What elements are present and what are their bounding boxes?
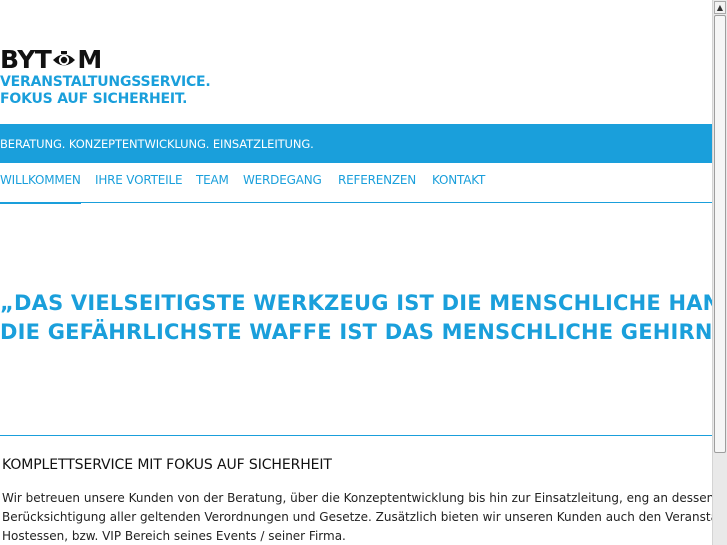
section-divider — [0, 435, 712, 436]
quote-line-1: „DAS VIELSEITIGSTE WERKZEUG IST DIE MENS… — [0, 291, 712, 315]
logo-tagline-2: FOKUS AUF SICHERHEIT. — [0, 91, 188, 107]
body-line-3: Hostessen, bzw. VIP Bereich seines Event… — [2, 529, 346, 543]
services-banner-text: BERATUNG. KONZEPTENTWICKLUNG. EINSATZLEI… — [0, 137, 314, 151]
logo-word-end: M — [77, 45, 102, 74]
page-viewport: BYT M VERANSTALTUNGSSERVICE. FOKUS AUF SI… — [0, 0, 712, 545]
nav-item-willkommen[interactable]: WILLKOMMEN — [0, 173, 81, 204]
services-banner: BERATUNG. KONZEPTENTWICKLUNG. EINSATZLEI… — [0, 124, 712, 163]
nav-item-referenzen[interactable]: REFERENZEN — [338, 173, 416, 187]
logo-wordmark: BYT M — [0, 46, 211, 74]
logo[interactable]: BYT M VERANSTALTUNGSSERVICE. FOKUS AUF SI… — [0, 46, 211, 108]
body-line-1: Wir betreuen unsere Kunden von der Berat… — [2, 491, 712, 505]
section-body: Wir betreuen unsere Kunden von der Berat… — [2, 489, 712, 545]
nav-item-werdegang[interactable]: WERDEGANG — [243, 173, 322, 187]
logo-word-start: BYT — [0, 45, 52, 74]
nav-item-team[interactable]: TEAM — [196, 173, 229, 187]
eye-icon — [52, 51, 76, 69]
logo-tagline-1: VERANSTALTUNGSSERVICE. — [0, 74, 211, 90]
main-navigation: WILLKOMMEN IHRE VORTEILE TEAM WERDEGANG … — [0, 163, 712, 204]
vertical-scrollbar[interactable]: ▲ — [712, 0, 727, 545]
scroll-up-arrow-icon[interactable]: ▲ — [714, 1, 726, 14]
hero-quote: „DAS VIELSEITIGSTE WERKZEUG IST DIE MENS… — [0, 289, 712, 347]
nav-item-kontakt[interactable]: KONTAKT — [432, 173, 485, 187]
scroll-thumb[interactable] — [714, 15, 726, 453]
quote-line-2: DIE GEFÄHRLICHSTE WAFFE IST DAS MENSCHLI… — [0, 320, 712, 344]
body-line-2: Berücksichtigung aller geltenden Verordn… — [2, 510, 712, 524]
section-title: KOMPLETTSERVICE MIT FOKUS AUF SICHERHEIT — [2, 457, 332, 473]
nav-item-ihre-vorteile[interactable]: IHRE VORTEILE — [95, 173, 183, 187]
